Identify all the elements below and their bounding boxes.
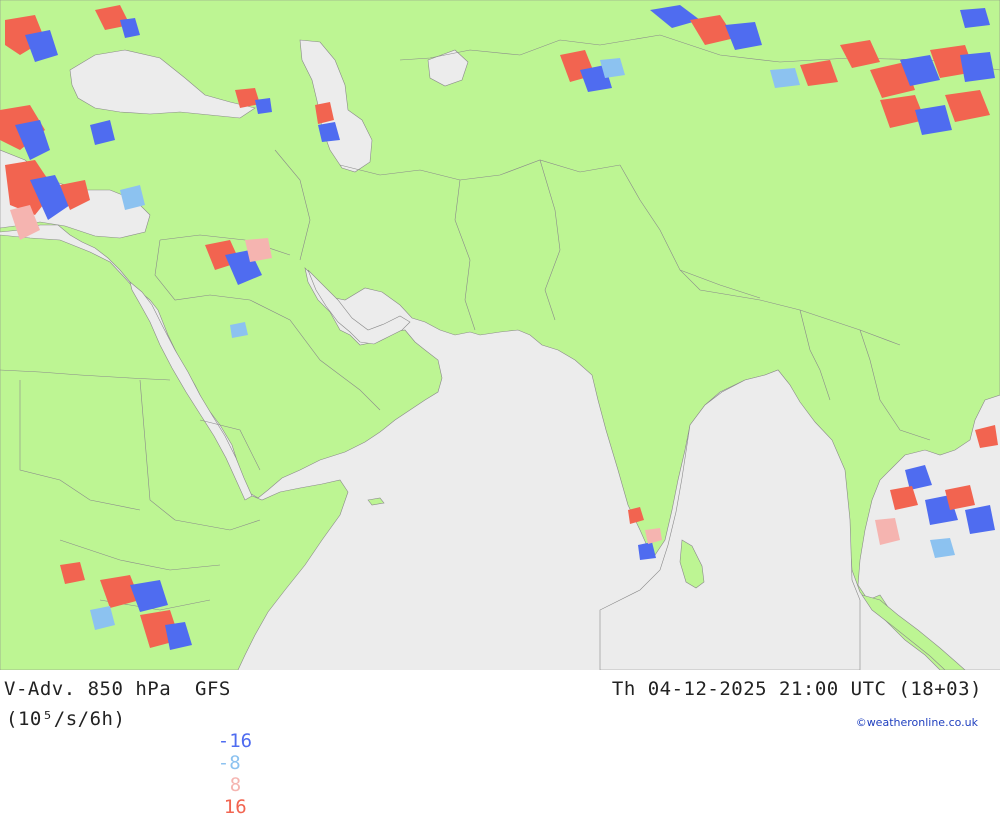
legend-value-neg16: -16 xyxy=(217,730,253,752)
map-footer: V-Adv. 850 hPa GFS Th 04-12-2025 21:00 U… xyxy=(0,670,1000,818)
color-legend: -16 -8 8 16 xyxy=(172,708,254,840)
credit-link[interactable]: ©weatheronline.co.uk xyxy=(856,716,978,729)
legend-value-pos16: 16 xyxy=(223,796,247,818)
legend-value-pos8: 8 xyxy=(229,774,242,796)
legend-value-neg8: -8 xyxy=(217,752,241,774)
weather-map xyxy=(0,0,1000,670)
map-title: V-Adv. 850 hPa GFS xyxy=(4,678,231,700)
units-label: (10⁵/s/6h) xyxy=(6,708,126,730)
valid-datetime: Th 04-12-2025 21:00 UTC (18+03) xyxy=(611,678,982,700)
